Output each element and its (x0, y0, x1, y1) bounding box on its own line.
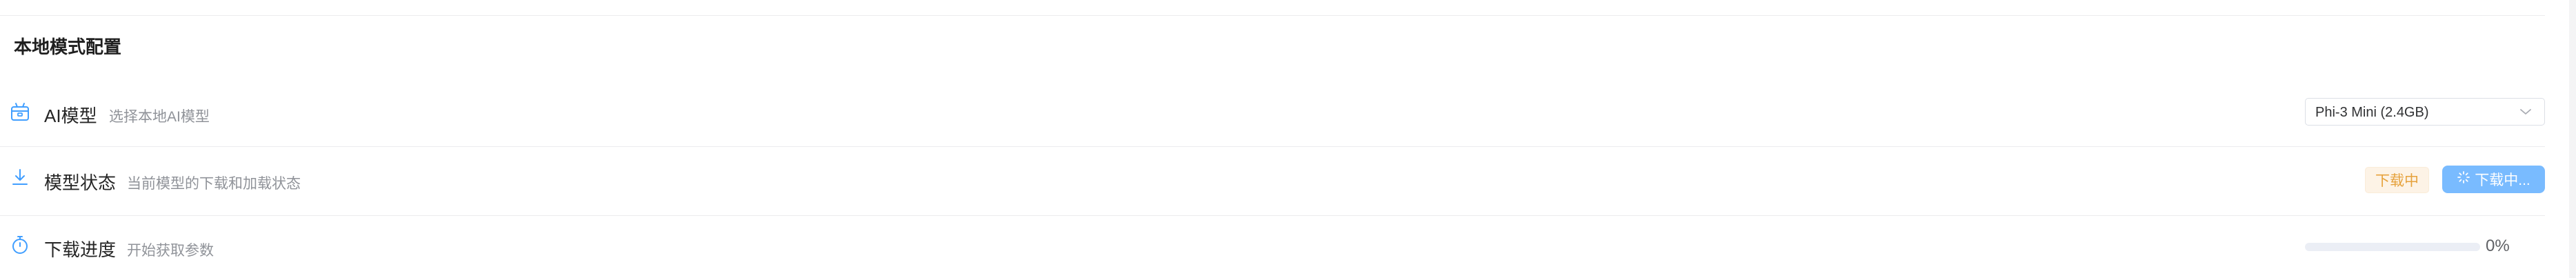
section-title: 本地模式配置 (14, 37, 122, 57)
row-label: 模型状态 (44, 172, 117, 193)
setting-row-model-status: 模型状态 当前模型的下载和加载状态 下载中 下载中... (0, 146, 2545, 216)
button-label: 下载中... (2475, 172, 2530, 188)
downloading-button[interactable]: 下载中... (2442, 166, 2545, 193)
setting-row-ai-model: AI模型 选择本地AI模型 Phi-3 Mini (2.4GB) (0, 77, 2545, 147)
stopwatch-icon (10, 235, 30, 255)
loading-spinner-icon (2457, 170, 2470, 188)
row-label: AI模型 (44, 106, 97, 126)
select-value: Phi-3 Mini (2.4GB) (2315, 105, 2429, 120)
box-icon (10, 101, 30, 122)
scrollbar[interactable] (2569, 0, 2576, 278)
top-divider (0, 15, 2545, 16)
status-badge: 下载中 (2365, 167, 2429, 193)
row-label: 下载进度 (44, 239, 117, 260)
progress-bar (2305, 243, 2480, 251)
model-select[interactable]: Phi-3 Mini (2.4GB) (2305, 98, 2545, 126)
row-description: 选择本地AI模型 (109, 109, 210, 125)
row-description: 开始获取参数 (127, 243, 214, 259)
download-icon (10, 167, 30, 188)
chevron-down-icon (2519, 107, 2532, 120)
row-description: 当前模型的下载和加载状态 (127, 176, 301, 192)
setting-row-download-progress: 下载进度 开始获取参数 0% (0, 215, 2545, 276)
progress-percent: 0% (2486, 237, 2510, 255)
